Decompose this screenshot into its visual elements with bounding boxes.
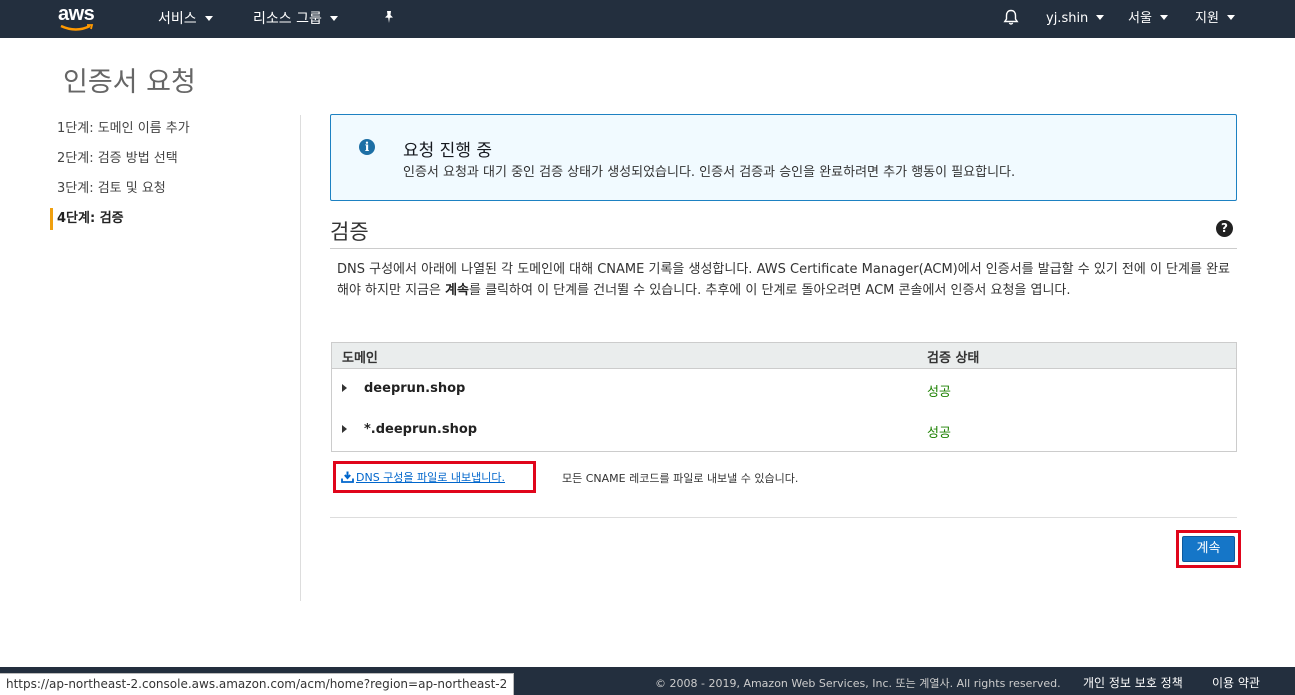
user-label: yj.shin <box>1046 11 1089 26</box>
pin-icon <box>385 11 393 23</box>
chevron-down-icon <box>204 15 213 21</box>
step-2: 2단계: 검증 방법 선택 <box>57 151 178 166</box>
export-link-label: DNS 구성을 파일로 내보냅니다. <box>356 471 505 484</box>
validation-status: 성공 <box>927 385 951 400</box>
domain-table: 도메인 검증 상태 deeprun.shop 성공 *.deeprun.shop… <box>331 342 1237 452</box>
page-title: 인증서 요청 <box>63 67 196 98</box>
terms-link[interactable]: 이용 약관 <box>1212 674 1260 691</box>
services-menu[interactable]: 서비스 <box>158 0 213 38</box>
wizard-steps: 1단계: 도메인 이름 추가 2단계: 검증 방법 선택 3단계: 검토 및 요… <box>50 118 290 230</box>
help-icon[interactable]: ? <box>1216 220 1233 237</box>
column-header-status: 검증 상태 <box>927 351 980 366</box>
aws-logo[interactable]: aws <box>58 3 104 33</box>
expand-caret-icon[interactable] <box>342 425 347 433</box>
step-3: 3단계: 검토 및 요청 <box>57 181 166 196</box>
table-row: deeprun.shop 성공 <box>332 369 1236 410</box>
step-1: 1단계: 도메인 이름 추가 <box>57 121 190 136</box>
step-4-active: 4단계: 검증 <box>50 208 290 230</box>
download-icon <box>341 471 354 483</box>
browser-status-url: https://ap-northeast-2.console.aws.amazo… <box>0 673 515 695</box>
export-dns-link[interactable]: DNS 구성을 파일로 내보냅니다. <box>341 469 505 485</box>
user-menu[interactable]: yj.shin <box>1046 0 1105 38</box>
bell-icon <box>1003 9 1019 25</box>
verification-description: DNS 구성에서 아래에 나열된 각 도메인에 대해 CNAME 기록을 생성합… <box>337 259 1232 301</box>
info-title: 요청 진행 중 <box>403 141 493 161</box>
desc-text-2: 를 클릭하여 이 단계를 건너뛸 수 있습니다. 추후에 이 단계로 돌아오려면… <box>469 283 1071 298</box>
column-header-domain: 도메인 <box>342 351 378 366</box>
info-alert: i 요청 진행 중 인증서 요청과 대기 중인 검증 상태가 생성되었습니다. … <box>330 114 1237 201</box>
info-icon: i <box>359 139 375 155</box>
copyright-text: © 2008 - 2019, Amazon Web Services, Inc.… <box>655 677 1061 690</box>
domain-name: deeprun.shop <box>364 381 466 396</box>
validation-status: 성공 <box>927 426 951 441</box>
region-label: 서울 <box>1128 11 1152 26</box>
continue-button[interactable]: 계속 <box>1182 536 1235 562</box>
aws-smile-icon <box>60 24 94 31</box>
services-label: 서비스 <box>158 11 197 27</box>
top-nav: aws 서비스 리소스 그룹 yj.shin 서울 지원 <box>0 0 1295 38</box>
desc-continue-bold: 계속 <box>445 283 469 298</box>
support-menu[interactable]: 지원 <box>1195 0 1235 38</box>
export-note: 모든 CNAME 레코드를 파일로 내보낼 수 있습니다. <box>562 472 799 485</box>
table-row: *.deeprun.shop 성공 <box>332 410 1236 451</box>
pin-button[interactable] <box>382 0 396 38</box>
info-text: 인증서 요청과 대기 중인 검증 상태가 생성되었습니다. 인증서 검증과 승인… <box>403 165 1016 180</box>
notifications-button[interactable] <box>1003 0 1019 38</box>
chevron-down-icon <box>1096 15 1105 20</box>
domain-name: *.deeprun.shop <box>364 422 478 437</box>
support-label: 지원 <box>1195 11 1219 26</box>
privacy-policy-link[interactable]: 개인 정보 보호 정책 <box>1083 674 1183 691</box>
resource-groups-menu[interactable]: 리소스 그룹 <box>253 0 338 38</box>
steps-divider <box>300 115 301 601</box>
region-menu[interactable]: 서울 <box>1128 0 1168 38</box>
divider <box>330 248 1237 249</box>
divider <box>330 517 1237 518</box>
chevron-down-icon <box>1226 15 1235 20</box>
table-header: 도메인 검증 상태 <box>332 343 1236 369</box>
chevron-down-icon <box>329 15 338 21</box>
chevron-down-icon <box>1159 15 1168 20</box>
section-title: 검증 <box>330 220 369 244</box>
aws-logo-text: aws <box>58 3 95 25</box>
resource-groups-label: 리소스 그룹 <box>253 11 322 27</box>
expand-caret-icon[interactable] <box>342 384 347 392</box>
